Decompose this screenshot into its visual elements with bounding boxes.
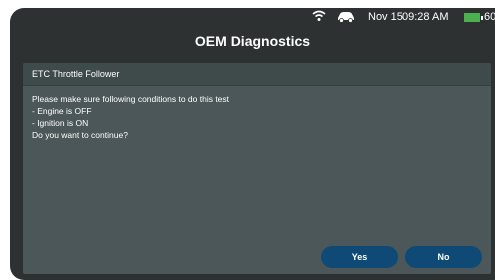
dialog-line: - Engine is OFF (32, 106, 92, 116)
status-bar: Nov 15 09:28 AM 60 (10, 8, 495, 28)
wifi-icon (312, 10, 326, 25)
car-icon (336, 11, 356, 26)
no-button[interactable]: No (405, 246, 482, 268)
dialog-line: - Ignition is ON (32, 118, 89, 128)
dialog-line: Do you want to continue? (32, 130, 128, 140)
page-title: OEM Diagnostics (194, 33, 311, 49)
confirmation-dialog: ETC Throttle Follower Please make sure f… (23, 63, 491, 274)
battery-icon (464, 13, 483, 22)
dialog-message: Please make sure following conditions to… (23, 86, 491, 148)
battery-level: 60 (484, 11, 495, 23)
status-time: 09:28 AM (402, 11, 449, 23)
dialog-line: Please make sure following conditions to… (32, 94, 230, 104)
status-date: Nov 15 (368, 11, 403, 23)
yes-button[interactable]: Yes (321, 246, 398, 268)
dialog-title: ETC Throttle Follower (23, 63, 491, 86)
device-screen: Nov 15 09:28 AM 60 OEM Diagnostics ETC T… (10, 8, 495, 280)
